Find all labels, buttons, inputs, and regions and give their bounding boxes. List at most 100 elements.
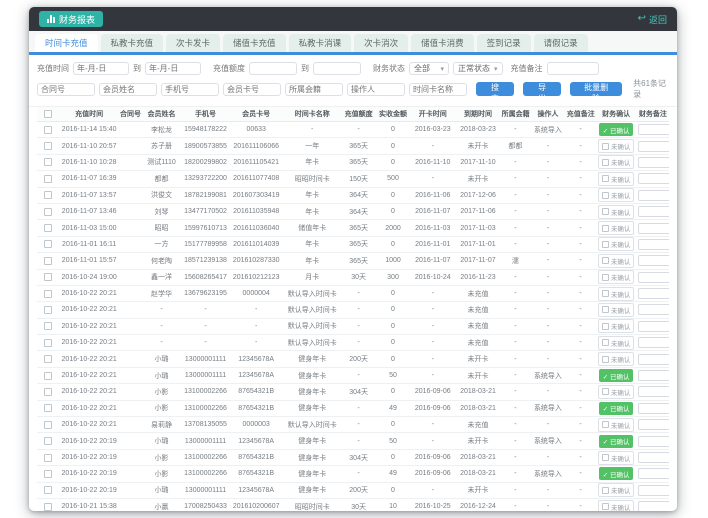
row-checkbox[interactable] <box>44 470 52 478</box>
row-checkbox[interactable] <box>44 240 52 248</box>
finance-unconfirmed-checkbox[interactable]: 未确认 <box>598 270 635 284</box>
finance-unconfirmed-checkbox[interactable]: 未确认 <box>598 451 635 465</box>
row-checkbox[interactable] <box>44 355 52 363</box>
row-checkbox[interactable] <box>44 208 52 216</box>
finance-unconfirmed-checkbox[interactable]: 未确认 <box>598 188 635 202</box>
finance-remark-input[interactable] <box>638 321 669 332</box>
finance-remark-input[interactable] <box>638 124 669 135</box>
finance-confirmed-badge[interactable]: ✓ 已确认 <box>599 402 634 415</box>
tab-pt-card-recharge[interactable]: 私教卡充值 <box>101 34 164 52</box>
finance-unconfirmed-checkbox[interactable]: 未确认 <box>598 319 635 333</box>
finance-unconfirmed-checkbox[interactable]: 未确认 <box>598 172 635 186</box>
recharge-remark-input[interactable] <box>547 62 599 75</box>
member-card-input[interactable] <box>223 83 281 96</box>
row-checkbox[interactable] <box>44 404 52 412</box>
row-checkbox[interactable] <box>44 388 52 396</box>
amount-from-input[interactable] <box>249 62 297 75</box>
finance-remark-input[interactable] <box>638 157 669 168</box>
tab-count-card-consume[interactable]: 次卡消次 <box>354 34 408 52</box>
search-button[interactable]: 搜索 <box>476 82 514 96</box>
row-checkbox[interactable] <box>44 421 52 429</box>
finance-unconfirmed-checkbox[interactable]: 未确认 <box>598 483 635 497</box>
row-checkbox[interactable] <box>44 175 52 183</box>
finance-status-select[interactable]: 全部 ▾ <box>409 62 449 75</box>
finance-remark-input[interactable] <box>638 173 669 184</box>
finance-unconfirmed-checkbox[interactable]: 未确认 <box>598 500 635 511</box>
row-checkbox[interactable] <box>44 437 52 445</box>
finance-unconfirmed-checkbox[interactable]: 未确认 <box>598 221 635 235</box>
row-checkbox[interactable] <box>44 142 52 150</box>
finance-remark-input[interactable] <box>638 386 669 397</box>
finance-remark-input[interactable] <box>638 337 669 348</box>
batch-delete-button[interactable]: 批量删除 <box>570 82 622 96</box>
recharge-date-from-input[interactable] <box>73 62 129 75</box>
tab-time-card-recharge[interactable]: 时间卡充值 <box>35 34 98 52</box>
membership-input[interactable] <box>285 83 343 96</box>
finance-unconfirmed-checkbox[interactable]: 未确认 <box>598 418 635 432</box>
finance-remark-input[interactable] <box>638 452 669 463</box>
finance-remark-input[interactable] <box>638 223 669 234</box>
operator-input[interactable] <box>347 83 405 96</box>
contract-no-input[interactable] <box>37 83 95 96</box>
row-checkbox[interactable] <box>44 126 52 134</box>
record-status-select[interactable]: 正常状态 ▾ <box>453 62 503 75</box>
finance-remark-input[interactable] <box>638 239 669 250</box>
row-checkbox[interactable] <box>44 503 52 511</box>
finance-unconfirmed-checkbox[interactable]: 未确认 <box>598 237 635 251</box>
tab-stored-card-consume[interactable]: 储值卡消费 <box>411 34 474 52</box>
row-checkbox[interactable] <box>44 273 52 281</box>
row-checkbox[interactable] <box>44 372 52 380</box>
phone-input[interactable] <box>161 83 219 96</box>
row-checkbox[interactable] <box>44 191 52 199</box>
export-button[interactable]: 导出 <box>523 82 561 96</box>
finance-remark-input[interactable] <box>638 190 669 201</box>
finance-unconfirmed-checkbox[interactable]: 未确认 <box>598 139 635 153</box>
row-checkbox[interactable] <box>44 158 52 166</box>
row-checkbox[interactable] <box>44 290 52 298</box>
finance-unconfirmed-checkbox[interactable]: 未确认 <box>598 352 635 366</box>
finance-remark-input[interactable] <box>638 255 669 266</box>
finance-remark-input[interactable] <box>638 272 669 283</box>
finance-remark-input[interactable] <box>638 206 669 217</box>
time-card-name-input[interactable] <box>409 83 467 96</box>
finance-remark-input[interactable] <box>638 354 669 365</box>
finance-unconfirmed-checkbox[interactable]: 未确认 <box>598 303 635 317</box>
tab-checkin-records[interactable]: 签到记录 <box>477 34 531 52</box>
finance-unconfirmed-checkbox[interactable]: 未确认 <box>598 205 635 219</box>
amount-to-input[interactable] <box>313 62 361 75</box>
finance-remark-input[interactable] <box>638 436 669 447</box>
finance-unconfirmed-checkbox[interactable]: 未确认 <box>598 287 635 301</box>
finance-confirmed-badge[interactable]: ✓ 已确认 <box>599 435 634 448</box>
tab-leave-records[interactable]: 请假记录 <box>534 34 588 52</box>
finance-confirmed-badge[interactable]: ✓ 已确认 <box>599 467 634 480</box>
tab-stored-card-recharge[interactable]: 储值卡充值 <box>223 34 286 52</box>
finance-remark-input[interactable] <box>638 501 669 511</box>
finance-unconfirmed-checkbox[interactable]: 未确认 <box>598 385 635 399</box>
finance-confirmed-badge[interactable]: ✓ 已确认 <box>599 123 634 136</box>
row-checkbox[interactable] <box>44 257 52 265</box>
row-checkbox[interactable] <box>44 486 52 494</box>
finance-remark-input[interactable] <box>638 468 669 479</box>
row-checkbox[interactable] <box>44 306 52 314</box>
finance-unconfirmed-checkbox[interactable]: 未确认 <box>598 155 635 169</box>
finance-remark-input[interactable] <box>638 419 669 430</box>
select-all-checkbox[interactable] <box>44 110 52 118</box>
finance-unconfirmed-checkbox[interactable]: 未确认 <box>598 254 635 268</box>
member-name-input[interactable] <box>99 83 157 96</box>
finance-remark-input[interactable] <box>638 141 669 152</box>
row-checkbox[interactable] <box>44 454 52 462</box>
finance-remark-input[interactable] <box>638 485 669 496</box>
finance-unconfirmed-checkbox[interactable]: 未确认 <box>598 336 635 350</box>
tab-pt-card-consume[interactable]: 私教卡消课 <box>289 34 352 52</box>
finance-confirmed-badge[interactable]: ✓ 已确认 <box>599 369 634 382</box>
finance-remark-input[interactable] <box>638 288 669 299</box>
finance-remark-input[interactable] <box>638 370 669 381</box>
finance-remark-input[interactable] <box>638 304 669 315</box>
back-button[interactable]: ↩ 返回 <box>638 13 667 26</box>
row-checkbox[interactable] <box>44 322 52 330</box>
row-checkbox[interactable] <box>44 339 52 347</box>
tab-count-card-issue[interactable]: 次卡发卡 <box>166 34 220 52</box>
recharge-date-to-input[interactable] <box>145 62 201 75</box>
row-checkbox[interactable] <box>44 224 52 232</box>
finance-remark-input[interactable] <box>638 403 669 414</box>
